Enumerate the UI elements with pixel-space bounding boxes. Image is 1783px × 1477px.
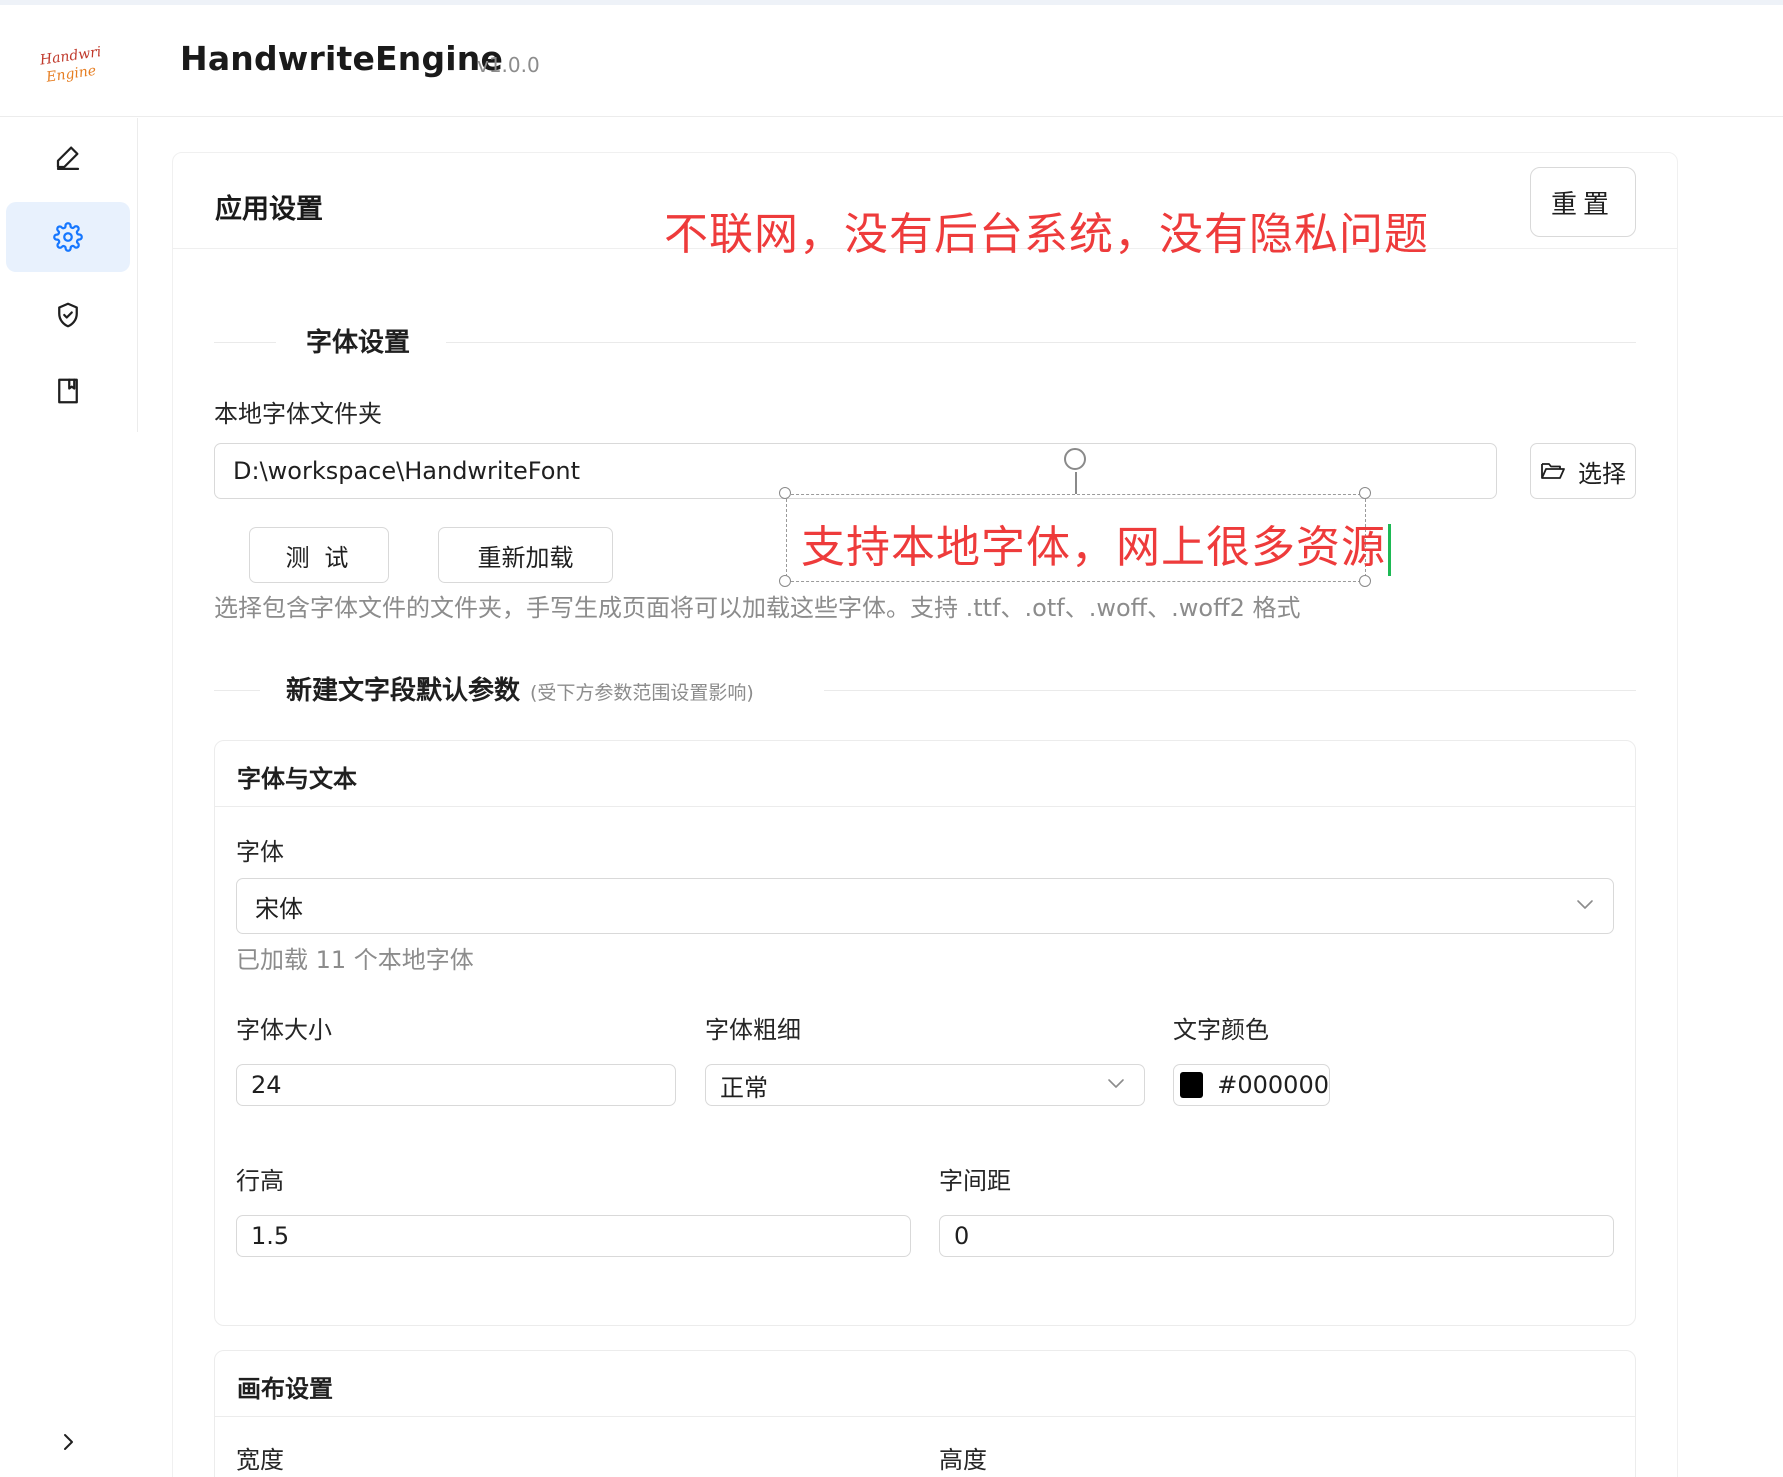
annotation-box-text: 支持本地字体，网上很多资源 [801,511,1391,576]
sidebar-item-security[interactable] [6,280,130,350]
font-weight-label: 字体粗细 [705,1016,801,1044]
font-text-panel-header: 字体与文本 [215,741,1635,807]
font-settings-divider: 字体设置 [214,322,1636,362]
text-color-value: #000000 [1217,1071,1329,1099]
rotate-handle[interactable] [1064,448,1086,470]
canvas-panel: 画布设置 [214,1350,1636,1477]
gear-icon [53,222,83,252]
letter-spacing-label: 字间距 [939,1167,1011,1195]
chevron-right-icon [64,1434,73,1450]
choose-folder-label: 选择 [1578,460,1626,488]
app-logo: Handwrite Engine [38,43,100,86]
font-weight-value: 正常 [720,1073,768,1102]
font-weight-select[interactable]: 正常 [705,1064,1145,1106]
rotate-handle-line [1075,472,1077,494]
app-title: HandwriteEngine [180,39,504,78]
text-caret [1388,524,1391,576]
line-height-input[interactable]: 1.5 [236,1215,911,1257]
test-button[interactable]: 测 试 [249,527,389,583]
font-size-value: 24 [251,1071,282,1099]
line-height-value: 1.5 [251,1222,290,1250]
font-size-input[interactable]: 24 [236,1064,676,1106]
page-title: 应用设置 [215,194,323,225]
font-label: 字体 [236,838,284,866]
choose-folder-button[interactable]: 选择 [1530,443,1636,499]
resize-handle-tr[interactable] [1359,487,1371,499]
annotation-textbox[interactable]: 支持本地字体，网上很多资源 [786,494,1391,582]
app-version: v1.0.0 [477,53,540,77]
text-color-picker[interactable]: #000000 [1173,1064,1330,1106]
letter-spacing-input[interactable]: 0 [939,1215,1614,1257]
line-height-label: 行高 [236,1167,284,1195]
book-icon [58,378,78,404]
folder-open-icon [1541,463,1565,479]
font-loaded-helper: 已加载 11 个本地字体 [236,946,474,974]
canvas-panel-header: 画布设置 [215,1351,1635,1417]
font-select-value: 宋体 [255,894,303,923]
resize-handle-bl[interactable] [779,575,791,587]
new-segment-hint: (受下方参数范围设置影响) [530,682,754,704]
reload-button[interactable]: 重新加载 [438,527,613,583]
canvas-panel-title: 画布设置 [237,1375,333,1403]
new-segment-divider: 新建文字段默认参数 (受下方参数范围设置影响) [214,670,1636,710]
new-segment-title: 新建文字段默认参数 (受下方参数范围设置影响) [286,676,754,706]
sidebar-item-docs[interactable] [6,356,130,426]
text-color-label: 文字颜色 [1173,1016,1269,1044]
folder-path-value: D:\workspace\HandwriteFont [233,457,581,485]
sidebar-item-settings[interactable] [6,202,130,272]
chevron-down-icon [1577,900,1593,909]
letter-spacing-value: 0 [954,1222,970,1250]
color-swatch [1180,1072,1204,1098]
font-select[interactable]: 宋体 [236,878,1614,934]
shield-check-icon [58,302,78,328]
folder-path-input[interactable]: D:\workspace\HandwriteFont [214,443,1497,499]
font-text-panel-title: 字体与文本 [237,765,357,793]
sidebar-expand-button[interactable] [48,1422,88,1462]
canvas-height-label: 高度 [939,1446,987,1474]
chevron-down-icon [1108,1079,1124,1088]
sidebar [0,118,138,432]
annotation-top: 不联网，没有后台系统，没有隐私问题 [664,209,1429,260]
canvas-width-label: 宽度 [236,1446,284,1474]
sidebar-item-edit[interactable] [6,122,130,192]
font-size-label: 字体大小 [236,1016,332,1044]
resize-handle-tl[interactable] [779,487,791,499]
reset-button[interactable]: 重置 [1530,167,1636,237]
font-folder-helper: 选择包含字体文件的文件夹，手写生成页面将可以加载这些字体。支持 .ttf、.ot… [214,594,1301,622]
resize-handle-br[interactable] [1359,575,1371,587]
font-settings-title: 字体设置 [306,328,411,358]
pencil-icon [56,146,80,170]
app-window: Handwrite Engine HandwriteEngine v1.0.0 [0,0,1783,1477]
app-header: Handwrite Engine HandwriteEngine v1.0.0 [0,5,1783,117]
folder-label: 本地字体文件夹 [214,400,382,428]
